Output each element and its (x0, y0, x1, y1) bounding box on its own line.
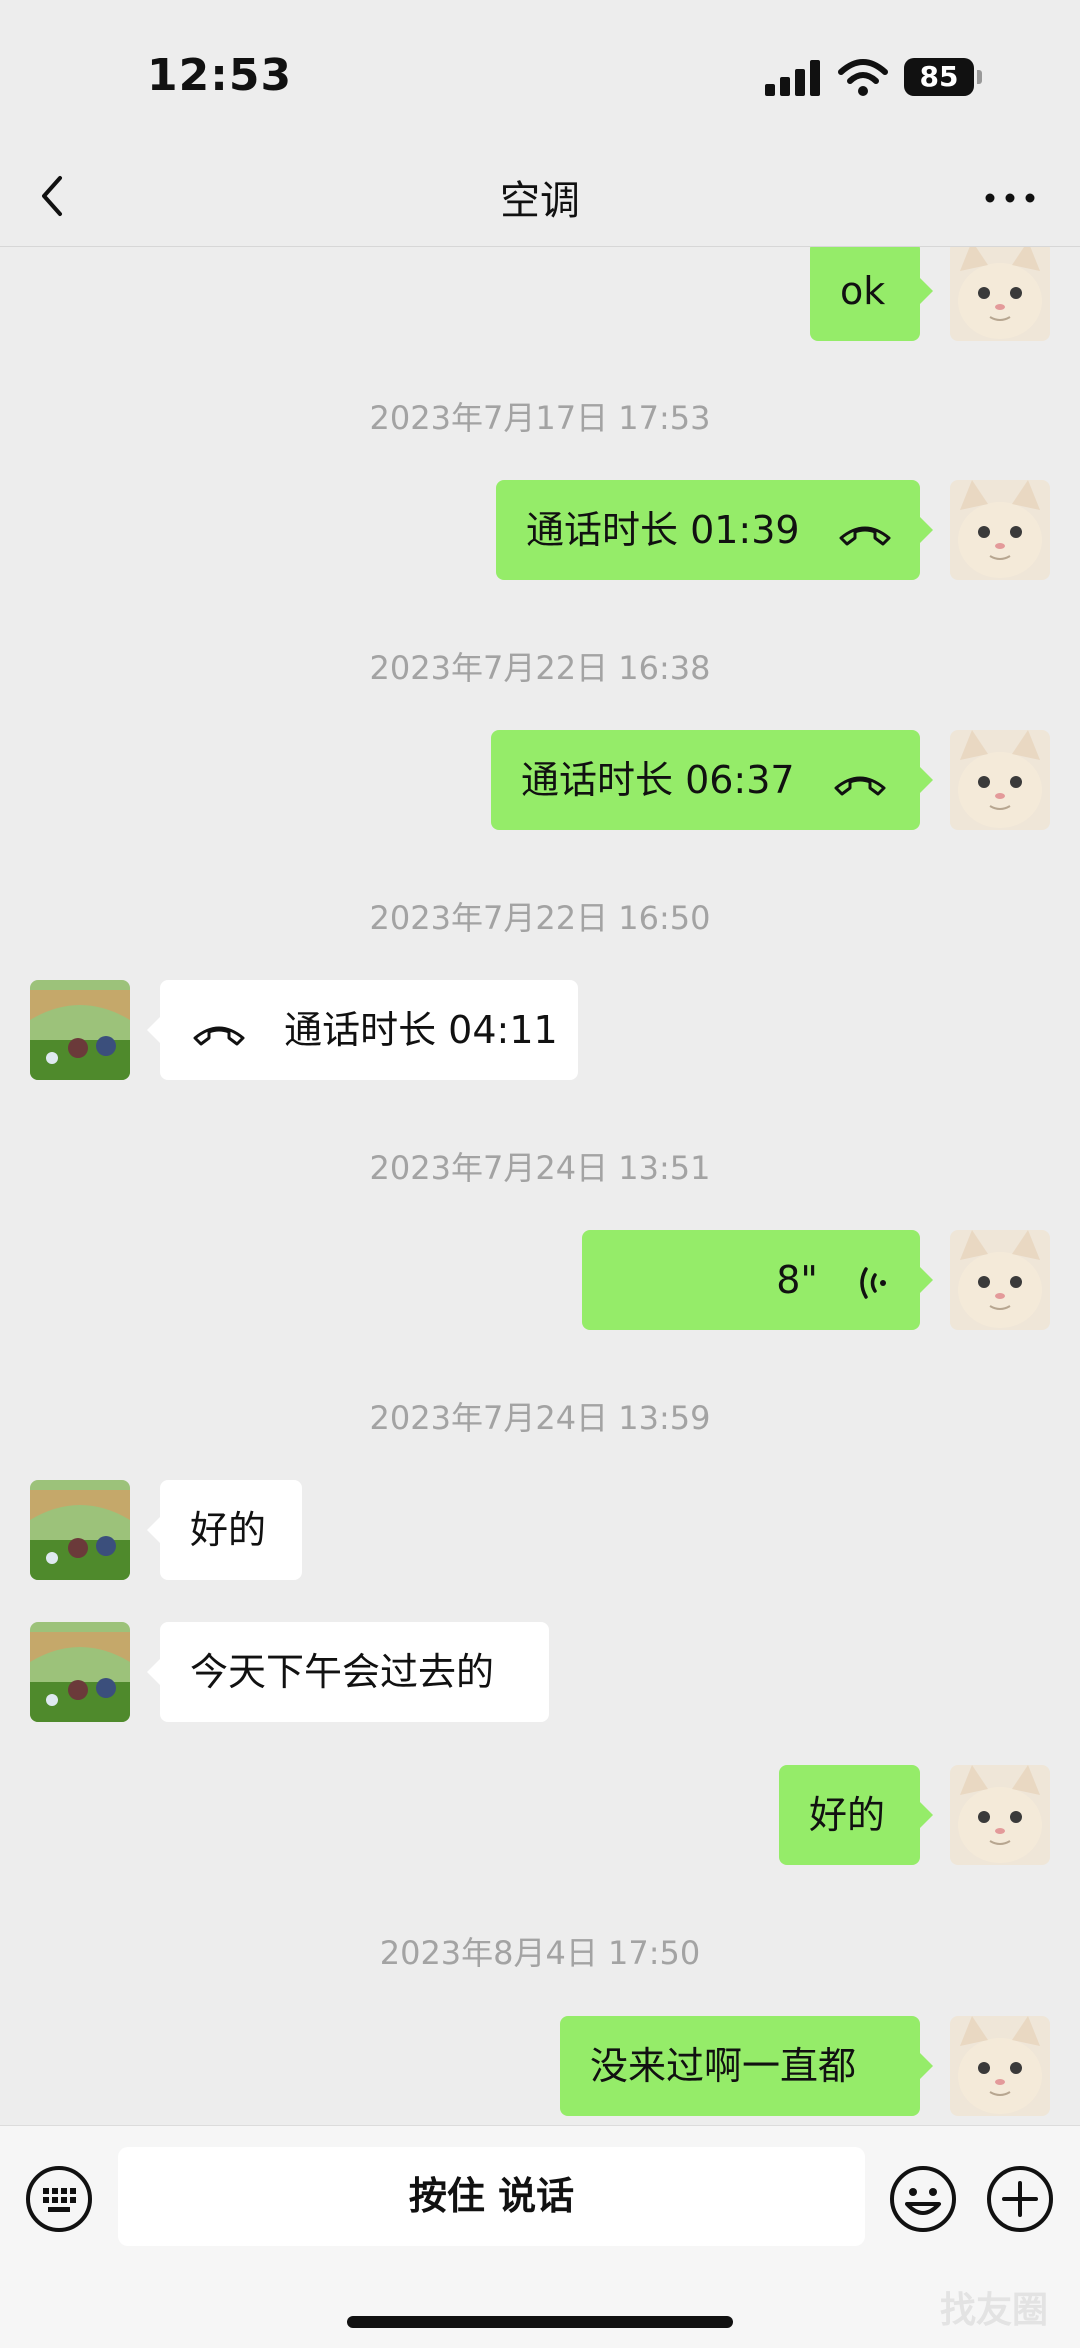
timestamp: 2023年8月4日 17:50 (379, 1934, 701, 1972)
more-dots-icon[interactable] (980, 174, 1040, 222)
message-text: ok (840, 269, 886, 313)
message-text: 好的 (809, 1793, 886, 1837)
timestamp: 2023年7月17日 17:53 (369, 399, 711, 437)
my-avatar[interactable] (950, 2016, 1050, 2116)
voice-wave-icon (860, 1266, 886, 1299)
hold-to-talk-button[interactable]: 按住 说话 (118, 2147, 865, 2246)
timestamp: 2023年7月24日 13:51 (369, 1149, 711, 1187)
chat-message-list[interactable]: ok 2023年7月17日 17:53 通话时长 01:39 2023年7月22… (0, 247, 1080, 2125)
call-duration-text: 通话时长 06:37 (521, 758, 795, 802)
nav-bar: 空调 (0, 150, 1080, 247)
page-title: 空调 (500, 178, 580, 224)
watermark: 找友圈 (940, 2290, 1049, 2331)
call-bubble-mine[interactable]: 通话时长 01:39 (496, 480, 933, 580)
timestamp: 2023年7月22日 16:50 (369, 899, 711, 937)
message-bubble-contact[interactable]: 今天下午会过去的 (147, 1622, 549, 1722)
timestamp: 2023年7月22日 16:38 (369, 649, 711, 687)
contact-avatar[interactable] (30, 980, 130, 1080)
contact-avatar[interactable] (30, 1480, 130, 1580)
cellular-signal-icon (765, 60, 821, 96)
message-text: 今天下午会过去的 (190, 1650, 495, 1694)
wifi-icon (838, 59, 888, 96)
status-bar: 12:53 85 (0, 0, 1080, 150)
message-bubble-mine[interactable]: ok (810, 247, 933, 341)
voice-duration-text: 8" (776, 1258, 818, 1302)
home-indicator (347, 2316, 733, 2328)
input-bar: 按住 说话 找友圈 (0, 2125, 1080, 2348)
my-avatar[interactable] (950, 730, 1050, 830)
call-duration-text: 通话时长 01:39 (526, 508, 800, 552)
battery-indicator: 85 (904, 58, 974, 96)
timestamp: 2023年7月24日 13:59 (369, 1399, 711, 1437)
call-duration-text: 通话时长 04:11 (284, 1008, 558, 1052)
call-bubble-contact[interactable]: 通话时长 04:11 (147, 980, 578, 1080)
call-bubble-mine[interactable]: 通话时长 06:37 (491, 730, 933, 830)
plus-icon[interactable] (985, 2164, 1055, 2234)
my-avatar[interactable] (950, 1765, 1050, 1865)
message-bubble-contact[interactable]: 好的 (147, 1480, 302, 1580)
phone-hangup-icon (839, 526, 891, 545)
message-bubble-mine[interactable]: 好的 (779, 1765, 933, 1865)
battery-cap (977, 70, 982, 84)
voice-bubble-mine[interactable]: 8" (582, 1230, 933, 1330)
status-time: 12:53 (147, 50, 293, 101)
message-text: 好的 (190, 1508, 267, 1552)
my-avatar[interactable] (950, 480, 1050, 580)
message-text: 没来过啊一直都 (590, 2044, 857, 2088)
my-avatar[interactable] (950, 1230, 1050, 1330)
phone-hangup-icon (193, 1026, 245, 1045)
my-avatar[interactable] (950, 247, 1050, 341)
message-bubble-mine[interactable]: 没来过啊一直都 (560, 2016, 933, 2116)
voice-keyboard-icon[interactable] (24, 2164, 94, 2234)
phone-hangup-icon (834, 776, 886, 795)
contact-avatar[interactable] (30, 1622, 130, 1722)
emoji-icon[interactable] (888, 2164, 958, 2234)
